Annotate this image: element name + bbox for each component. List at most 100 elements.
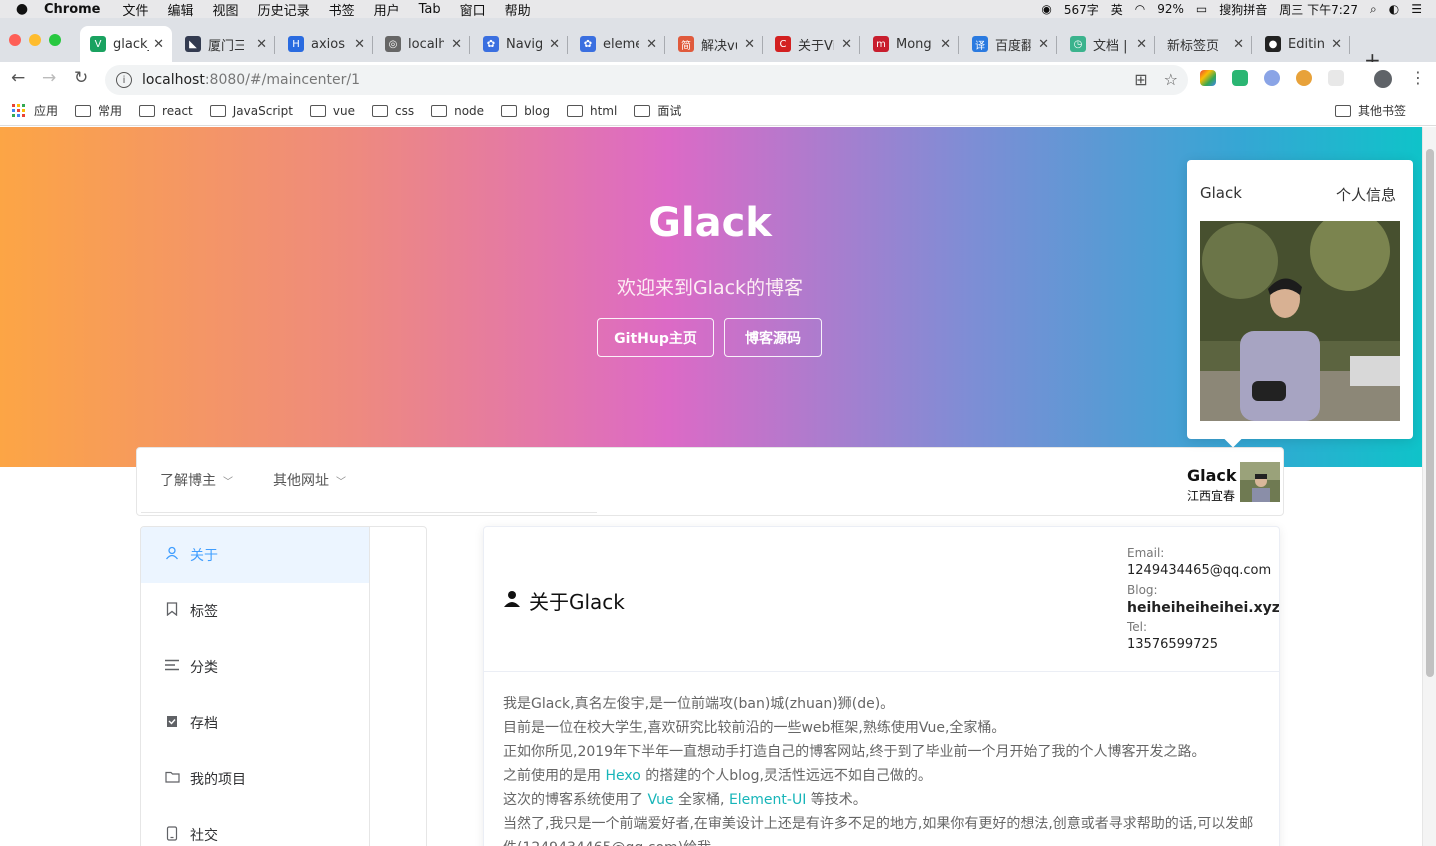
browser-tab[interactable]: Haxios ✕ — [278, 26, 373, 62]
bookmark-folder[interactable]: react — [139, 104, 193, 118]
tab-close-icon[interactable]: ✕ — [646, 37, 657, 52]
site-info-icon[interactable]: i — [116, 72, 132, 88]
avatar[interactable] — [1240, 462, 1280, 502]
user-name[interactable]: Glack — [1187, 466, 1237, 485]
siri-icon[interactable]: ◐ — [1389, 2, 1399, 16]
tab-close-icon[interactable]: ✕ — [1331, 37, 1342, 52]
tab-close-icon[interactable]: ✕ — [153, 37, 164, 52]
clock[interactable]: 周三 下午7:27 — [1279, 1, 1358, 18]
tab-close-icon[interactable]: ✕ — [1136, 37, 1147, 52]
tab-close-icon[interactable]: ✕ — [1038, 37, 1049, 52]
page-scrollbar[interactable] — [1422, 127, 1436, 846]
personal-info-link[interactable]: 个人信息 — [1336, 184, 1396, 205]
browser-tab[interactable]: ◣ 厦门三 ✕ — [175, 26, 275, 62]
reload-icon[interactable]: ↻ — [74, 68, 88, 88]
menu-help[interactable]: 帮助 — [505, 0, 531, 19]
bookmark-folder[interactable]: vue — [309, 104, 355, 118]
browser-menu-icon[interactable]: ⋮ — [1410, 68, 1426, 87]
battery-status[interactable]: 92% — [1157, 2, 1184, 16]
sidebar-item-about[interactable]: 关于 — [141, 527, 369, 583]
back-icon[interactable]: ← — [11, 68, 25, 88]
zoom-window-icon[interactable] — [49, 34, 61, 46]
bookmark-folder[interactable]: blog — [501, 104, 550, 118]
blog-value[interactable]: heiheiheiheihei.xyz — [1127, 599, 1279, 617]
sidebar-item-categories[interactable]: 分类 — [141, 639, 369, 695]
bookmark-folder[interactable]: html — [566, 104, 617, 118]
bookmark-folder[interactable]: css — [372, 104, 414, 118]
menu-label: 其他网址 — [273, 473, 329, 489]
source-code-button[interactable]: 博客源码 — [724, 318, 822, 357]
sidebar-item-social[interactable]: 社交 — [141, 807, 369, 846]
folder-icon — [309, 104, 326, 117]
minimize-window-icon[interactable] — [29, 34, 41, 46]
browser-tab[interactable]: 译百度翻 ✕ — [962, 26, 1057, 62]
bookmark-star-icon[interactable]: ☆ — [1164, 70, 1178, 89]
bookmark-apps[interactable]: 应用 — [12, 102, 58, 119]
menu-app-name[interactable]: Chrome — [44, 2, 101, 17]
tab-close-icon[interactable]: ✕ — [1233, 37, 1244, 52]
menu-edit[interactable]: 编辑 — [168, 0, 194, 19]
extension-cookie-icon[interactable] — [1296, 70, 1312, 86]
forward-icon[interactable]: → — [42, 68, 56, 88]
close-window-icon[interactable] — [9, 34, 21, 46]
bookmark-folder[interactable]: JavaScript — [209, 104, 293, 118]
browser-tab[interactable]: ✿ Navig ✕ — [473, 26, 568, 62]
ime-lang-status[interactable]: 英 — [1111, 1, 1123, 18]
qq-icon[interactable]: ◉ — [1041, 2, 1051, 16]
profile-icon[interactable] — [1374, 70, 1392, 88]
notification-center-icon[interactable]: ☰ — [1411, 2, 1422, 16]
bookmark-folder[interactable]: 常用 — [75, 102, 122, 119]
menu-bookmarks[interactable]: 书签 — [329, 0, 355, 19]
extension-vue-devtools-icon[interactable] — [1232, 70, 1248, 86]
sidebar-item-archive[interactable]: 存档 — [141, 695, 369, 751]
sidebar-item-tags[interactable]: 标签 — [141, 583, 369, 639]
bookmark-icon — [164, 602, 180, 620]
tab-close-icon[interactable]: ✕ — [451, 37, 462, 52]
github-button[interactable]: GitHup主页 — [597, 318, 714, 357]
browser-tab[interactable]: 简解决vu ✕ — [668, 26, 763, 62]
tab-close-icon[interactable]: ✕ — [256, 37, 267, 52]
menu-other-sites[interactable]: 其他网址 ﹀ — [273, 470, 346, 490]
browser-tab[interactable]: ◷ 文档 | ✕ — [1060, 26, 1155, 62]
bookmark-folder[interactable]: 面试 — [634, 102, 681, 119]
menu-view[interactable]: 视图 — [213, 0, 239, 19]
wifi-icon[interactable]: ◠ — [1135, 2, 1145, 16]
hexo-link[interactable]: Hexo — [605, 768, 640, 784]
address-bar[interactable]: i localhost:8080/#/maincenter/1 ⊞ ☆ — [105, 65, 1188, 95]
browser-tab[interactable]: ◎ localh ✕ — [375, 26, 470, 62]
translate-icon[interactable]: ⊞ — [1134, 70, 1147, 89]
about-body: 我是Glack,真名左俊宇,是一位前端攻(ban)城(zhuan)狮(de)。 … — [503, 692, 1263, 846]
profile-photo-image — [1200, 221, 1400, 421]
menu-window[interactable]: 窗口 — [460, 0, 486, 19]
menu-people[interactable]: 用户 — [374, 0, 400, 19]
tab-close-icon[interactable]: ✕ — [549, 37, 560, 52]
browser-tab[interactable]: 新标签页 ✕ — [1157, 26, 1252, 62]
extension-blue-icon[interactable] — [1264, 70, 1280, 86]
browser-tab[interactable]: ✿ eleme ✕ — [570, 26, 665, 62]
bookmark-folder[interactable]: node — [431, 104, 484, 118]
apple-icon[interactable]: ● — [0, 1, 44, 17]
tab-close-icon[interactable]: ✕ — [744, 37, 755, 52]
tab-close-icon[interactable]: ✕ — [354, 37, 365, 52]
browser-tab[interactable]: m Mong ✕ — [863, 26, 959, 62]
extension-colorful-icon[interactable] — [1200, 70, 1216, 86]
url-text[interactable]: localhost:8080/#/maincenter/1 — [142, 72, 360, 88]
menu-tab[interactable]: Tab — [419, 2, 441, 17]
tab-close-icon[interactable]: ✕ — [841, 37, 852, 52]
browser-tab[interactable]: C 关于Vi ✕ — [765, 26, 860, 62]
bookmark-other[interactable]: 其他书签 — [1334, 102, 1406, 119]
spotlight-icon[interactable]: ⌕ — [1370, 2, 1377, 17]
menu-history[interactable]: 历史记录 — [258, 0, 310, 19]
wordcount-status[interactable]: 567字 — [1064, 1, 1099, 18]
extension-gray-icon[interactable] — [1328, 70, 1344, 86]
menu-file[interactable]: 文件 — [123, 0, 149, 19]
browser-tab[interactable]: Vglack_ ✕ — [80, 26, 172, 62]
menu-about-blogger[interactable]: 了解博主 ﹀ — [160, 470, 233, 490]
browser-tab[interactable]: ● Editin ✕ — [1255, 26, 1350, 62]
sidebar-item-projects[interactable]: 我的项目 — [141, 751, 369, 807]
scrollbar-thumb[interactable] — [1426, 149, 1434, 677]
ime-status[interactable]: 搜狗拼音 — [1219, 1, 1267, 18]
tab-close-icon[interactable]: ✕ — [940, 37, 951, 52]
vue-link[interactable]: Vue — [647, 792, 673, 808]
element-ui-link[interactable]: Element-UI — [729, 792, 806, 808]
